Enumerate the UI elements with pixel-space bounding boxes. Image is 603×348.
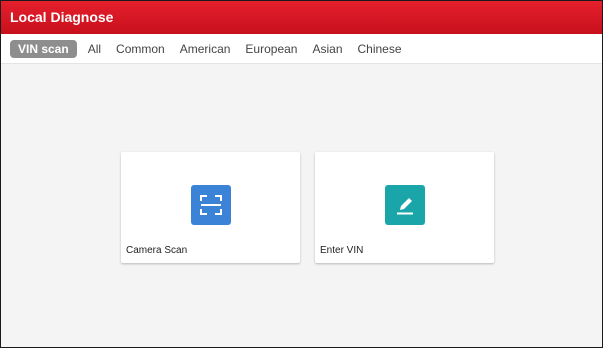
scan-frame-icon: [191, 185, 231, 225]
enter-vin-label: Enter VIN: [320, 245, 364, 256]
tab-all[interactable]: All: [88, 42, 101, 56]
tab-asian[interactable]: Asian: [312, 42, 342, 56]
main-content: Camera Scan Enter VIN: [1, 64, 602, 346]
tab-common[interactable]: Common: [116, 42, 165, 56]
tab-european[interactable]: European: [245, 42, 297, 56]
page-title: Local Diagnose: [1, 1, 602, 34]
camera-scan-label: Camera Scan: [126, 245, 188, 256]
tab-vin-scan[interactable]: VIN scan: [10, 39, 77, 58]
tab-chinese[interactable]: Chinese: [358, 42, 402, 56]
camera-scan-card[interactable]: Camera Scan: [121, 152, 300, 263]
pencil-icon: [385, 185, 425, 225]
app-window: Local Diagnose VIN scan All Common Ameri…: [0, 0, 603, 348]
enter-vin-card[interactable]: Enter VIN: [315, 152, 494, 263]
category-tab-bar: VIN scan All Common American European As…: [1, 34, 602, 64]
tab-american[interactable]: American: [180, 42, 231, 56]
